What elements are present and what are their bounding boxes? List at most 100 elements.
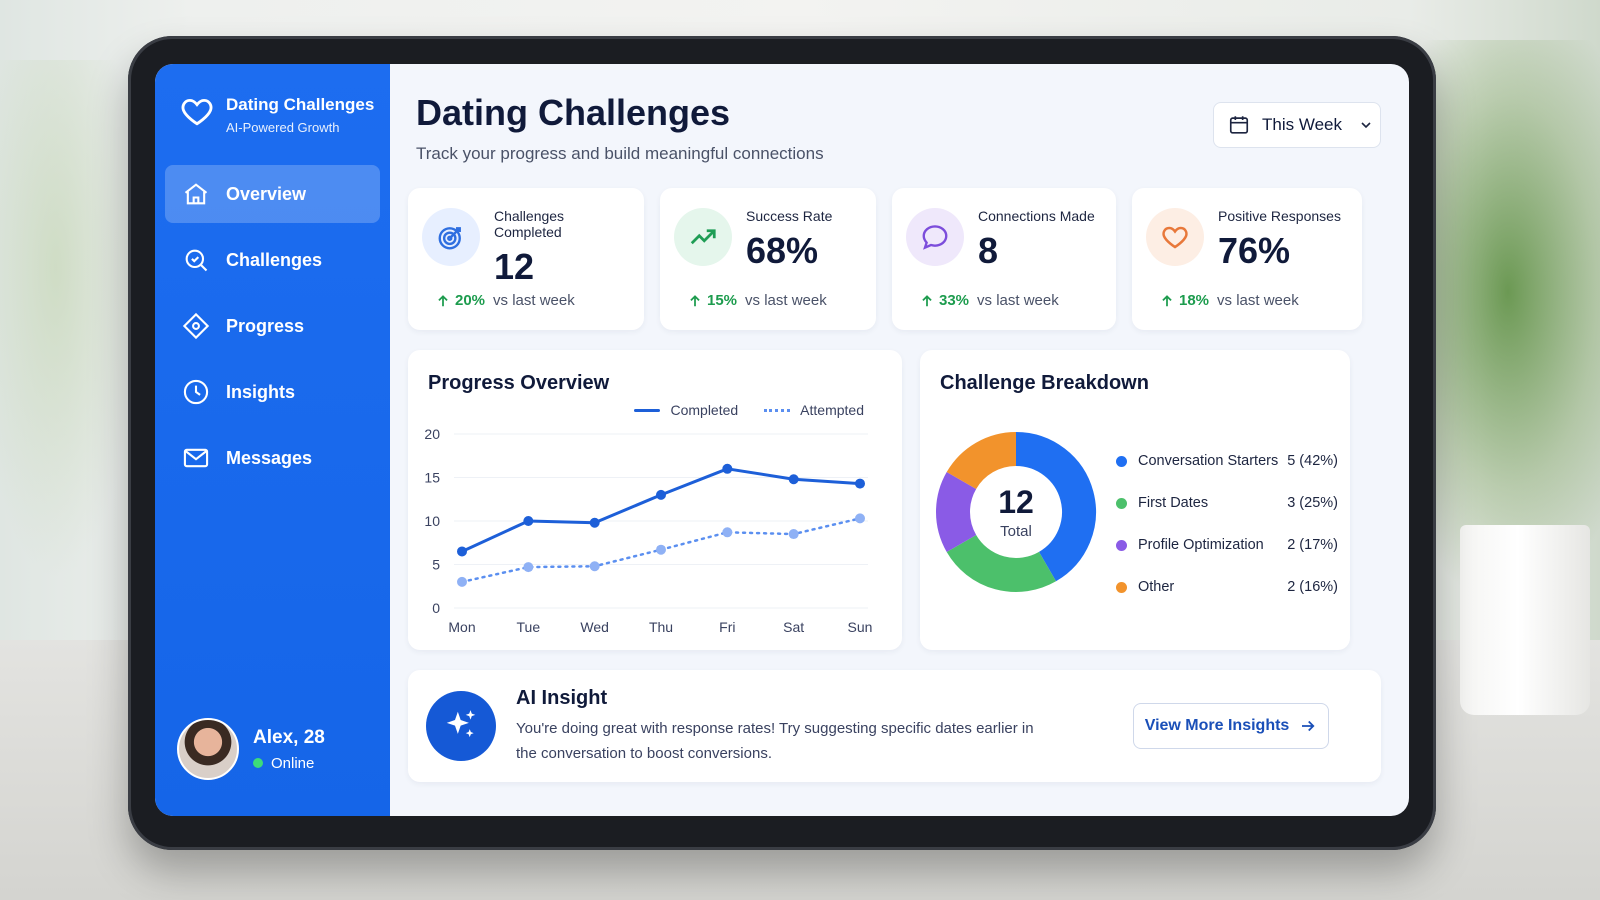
y-tick-label: 0 (432, 600, 440, 616)
stat-change-up: 18% (1160, 292, 1209, 309)
stat-change-period: vs last week (977, 292, 1059, 309)
stat-change: 18% vs last week (1160, 292, 1299, 309)
user-status-label: Online (271, 754, 315, 772)
heart-icon (181, 98, 213, 126)
breakdown-row[interactable]: Profile Optimization 2 (17%) (1116, 524, 1338, 566)
view-more-insights-button[interactable]: View More Insights (1133, 703, 1329, 749)
data-point-attempted (656, 544, 666, 555)
stat-card-positive-responses[interactable]: Positive Responses 76% 18% vs last week (1132, 188, 1362, 330)
stat-value: 76% (1218, 230, 1291, 271)
breakdown-name: Conversation Starters (1138, 453, 1279, 469)
breakdown-row[interactable]: Other 2 (16%) (1116, 566, 1338, 608)
stat-change-value: 20% (455, 292, 486, 309)
breakdown-dot (1116, 497, 1127, 509)
data-point-attempted (589, 561, 600, 572)
data-point-completed (523, 516, 534, 526)
chat-bubble-icon (922, 225, 948, 250)
insight-title: AI Insight (516, 686, 608, 709)
breakdown-name: Profile Optimization (1138, 537, 1264, 553)
sidebar: Dating Challenges AI-Powered Growth Over… (155, 64, 390, 816)
stats-row: Challenges Completed 12 20% vs last week… (408, 188, 1381, 330)
sidebar-item-insights[interactable]: Insights (165, 363, 380, 421)
user-profile[interactable]: Alex, 28 Online (177, 718, 325, 780)
stat-icon-wrap (1146, 208, 1204, 266)
stat-label: Positive Responses (1218, 208, 1341, 224)
y-tick-label: 20 (424, 426, 440, 442)
stat-change-up: 15% (688, 292, 737, 309)
data-point-attempted (788, 529, 799, 540)
charts-row: Progress Overview Completed Attempted 05… (408, 350, 1381, 650)
progress-line-chart: 0 5 10 15 20 Mon Tue Wed Thu Fri Sat Sun (424, 426, 873, 635)
sidebar-item-label: Messages (226, 447, 313, 468)
stat-icon-wrap (906, 208, 964, 266)
insight-icon-wrap (426, 691, 496, 761)
stat-icon-wrap (674, 208, 732, 266)
sidebar-nav: Overview Challenges Progress Insights Me… (155, 165, 390, 487)
target-icon (438, 227, 461, 250)
sidebar-item-label: Overview (226, 183, 307, 204)
breakdown-value: 3 (25%) (1287, 495, 1338, 511)
donut-chart: 12 Total (934, 420, 1098, 604)
y-tick-label: 10 (424, 513, 440, 529)
donut-total-label: Total (1000, 523, 1032, 540)
data-point-completed (855, 478, 865, 489)
diamond-icon (182, 312, 210, 340)
background-pot (1460, 525, 1590, 715)
stat-change-period: vs last week (745, 292, 827, 309)
date-range-value: This Week (1262, 115, 1342, 134)
stat-label: Connections Made (978, 208, 1095, 224)
home-icon (184, 183, 208, 205)
calendar-icon (1229, 116, 1249, 134)
data-point-completed (589, 517, 600, 528)
insight-text: You're doing great with response rates! … (516, 719, 1034, 762)
x-tick-label: Fri (719, 619, 735, 635)
series-line-completed (461, 467, 861, 553)
sidebar-item-challenges[interactable]: Challenges (165, 231, 380, 289)
arrow-up-icon (690, 294, 700, 306)
stat-change-up: 20% (436, 292, 485, 309)
x-tick-label: Sun (848, 619, 873, 635)
clock-icon (183, 379, 209, 405)
sidebar-item-progress[interactable]: Progress (165, 297, 380, 355)
breakdown-value: 2 (16%) (1287, 579, 1338, 595)
breakdown-row[interactable]: First Dates 3 (25%) (1116, 482, 1338, 524)
donut-center: 12 Total (934, 420, 1098, 604)
date-range-select[interactable]: This Week (1213, 102, 1381, 148)
sidebar-item-label: Challenges (226, 249, 323, 270)
x-tick-label: Wed (580, 619, 609, 635)
sparkle-icon (446, 710, 476, 738)
stat-label: Challenges Completed (494, 208, 565, 240)
data-point-attempted (855, 513, 865, 524)
stat-value: 12 (494, 246, 535, 287)
arrow-up-icon (1162, 294, 1172, 306)
data-point-attempted (457, 576, 467, 587)
x-tick-label: Sat (783, 619, 804, 635)
breakdown-name: Other (1138, 579, 1175, 595)
stat-label: Success Rate (746, 208, 833, 224)
data-point-completed (656, 489, 666, 500)
sidebar-item-overview[interactable]: Overview (165, 165, 380, 223)
arrow-up-icon (922, 294, 932, 306)
user-name: Alex, 28 (253, 726, 325, 748)
stat-card-challenges-completed[interactable]: Challenges Completed 12 20% vs last week (408, 188, 644, 330)
sidebar-item-label: Progress (226, 315, 305, 336)
data-point-attempted (523, 562, 534, 573)
stat-change: 20% vs last week (436, 292, 575, 309)
background-plant-left (0, 60, 140, 580)
stat-card-success-rate[interactable]: Success Rate 68% 15% vs last week (660, 188, 876, 330)
sidebar-item-messages[interactable]: Messages (165, 429, 380, 487)
stat-card-connections-made[interactable]: Connections Made 8 33% vs last week (892, 188, 1116, 330)
breakdown-value: 2 (17%) (1287, 537, 1338, 553)
stat-change: 15% vs last week (688, 292, 827, 309)
breakdown-dot (1116, 455, 1127, 467)
ai-insight-card: AI Insight You're doing great with respo… (408, 670, 1381, 782)
breakdown-name: First Dates (1138, 495, 1209, 511)
stat-change-value: 33% (939, 292, 970, 309)
stat-change-period: vs last week (493, 292, 575, 309)
stat-value: 8 (978, 230, 999, 271)
sidebar-item-label: Insights (226, 381, 296, 402)
stat-change-value: 18% (1179, 292, 1210, 309)
breakdown-dot (1116, 581, 1127, 593)
breakdown-row[interactable]: Conversation Starters 5 (42%) (1116, 440, 1338, 482)
stat-change-period: vs last week (1217, 292, 1299, 309)
